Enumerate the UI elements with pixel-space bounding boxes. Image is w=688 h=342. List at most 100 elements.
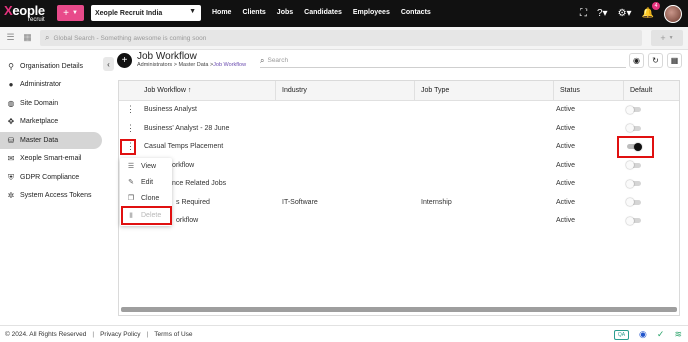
menu-item-clone[interactable]: ❐ Clone [120, 190, 172, 206]
col-job-workflow[interactable]: Job Workflow ↑ [144, 87, 191, 94]
refresh-button[interactable]: ↻ [648, 53, 663, 68]
menu-item-view[interactable]: ☰ View [120, 158, 172, 174]
privacy-policy-link[interactable]: Privacy Policy [100, 331, 140, 338]
horizontal-scrollbar[interactable] [121, 307, 677, 312]
breadcrumb-current: Job Workflow [213, 62, 247, 68]
search-icon: ⌕ [260, 55, 265, 65]
nav-contacts[interactable]: Contacts [401, 9, 431, 16]
highlight-delete-item [121, 206, 172, 225]
table-row: orkflow Active [119, 212, 679, 231]
default-toggle[interactable] [626, 179, 641, 188]
sidebar-item-system-access-tokens[interactable]: ✲ System Access Tokens [0, 187, 102, 204]
shield-icon: ⛨ [8, 172, 14, 182]
avatar[interactable] [664, 5, 682, 23]
quick-add-button[interactable]: + ▼ [57, 5, 84, 21]
sidebar-item-administrator[interactable]: ● Administrator [0, 76, 102, 93]
global-search-bar: ☰ ▦ ⌕ Global Search - Something awesome … [0, 27, 688, 50]
sidebar: ⚲ Organisation Details ● Administrator ◍ Si… [0, 50, 102, 325]
row-actions-icon[interactable]: ⋮ [126, 105, 135, 114]
chevron-down-icon: ▼ [71, 10, 78, 16]
gear-icon[interactable]: ⚙▾ [618, 6, 632, 22]
menu-item-edit[interactable]: ✎ Edit [120, 174, 172, 190]
copyright-text: © 2024. All Rights Reserved [5, 331, 87, 338]
breadcrumb-master-data[interactable]: Master Data [178, 62, 208, 68]
page-title: Job Workflow [137, 51, 197, 62]
token-icon: ✲ [7, 191, 15, 200]
add-workflow-button[interactable]: + [117, 53, 132, 68]
nav-jobs[interactable]: Jobs [277, 9, 293, 16]
check-circle-icon[interactable]: ✓ [657, 329, 665, 340]
pencil-icon: ✎ [128, 179, 134, 186]
grid-view-icon[interactable]: ▦ [21, 31, 34, 44]
user-circle-icon[interactable]: ◉ [639, 329, 647, 340]
grid-settings-button[interactable]: ▦ [667, 53, 682, 68]
fullscreen-icon[interactable]: ⛶ [580, 6, 587, 22]
list-view-icon[interactable]: ☰ [4, 31, 17, 44]
wifi-icon: ≋ [674, 329, 682, 339]
collapse-sidebar-button[interactable]: ‹ [103, 57, 114, 71]
sidebar-item-master-data[interactable]: ⛁ Master Data [0, 132, 102, 149]
col-default[interactable]: Default [630, 87, 652, 94]
chevron-down-icon: ▼ [668, 35, 674, 41]
default-toggle[interactable] [626, 124, 641, 132]
database-icon: ⛁ [7, 136, 15, 145]
table-row: ⋮ Business Analyst Active [119, 101, 679, 120]
footer: © 2024. All Rights Reserved | Privacy Po… [0, 325, 688, 342]
workflow-table: Job Workflow ↑ Industry Job Type Status … [118, 80, 680, 316]
table-row: workflow Active [119, 157, 679, 176]
qa-badge: QA [613, 329, 630, 340]
list-icon: ☰ [127, 163, 135, 170]
notification-badge: 4 [652, 2, 660, 10]
search-icon: ⌕ [45, 33, 50, 42]
building-icon: ⚲ [8, 62, 14, 71]
visibility-button[interactable]: ◉ [629, 53, 644, 68]
globe-icon: ◍ [7, 99, 15, 108]
table-row: nce Related Jobs Active [119, 175, 679, 194]
eye-icon: ◉ [633, 56, 640, 65]
nav-home[interactable]: Home [212, 9, 231, 16]
highlight-row-actions [120, 139, 136, 155]
default-toggle[interactable] [626, 161, 641, 169]
breadcrumb-administrators[interactable]: Administrators [137, 62, 172, 68]
help-icon[interactable]: ?▾ [597, 6, 608, 22]
nav-employees[interactable]: Employees [353, 9, 390, 16]
user-icon: ● [8, 80, 14, 89]
default-toggle[interactable] [626, 198, 641, 206]
col-job-type[interactable]: Job Type [421, 87, 449, 94]
sidebar-item-smart-email[interactable]: ✉ Xeople Smart-email [0, 150, 102, 167]
breadcrumb: Administrators > Master Data >Job Workfl… [137, 62, 247, 68]
xeople-logo[interactable]: Xeople recruit [4, 2, 52, 25]
col-status[interactable]: Status [560, 87, 580, 94]
plus-icon: + [121, 55, 128, 66]
sidebar-item-marketplace[interactable]: ✥ Marketplace [0, 113, 102, 130]
default-toggle[interactable] [626, 216, 641, 225]
bell-icon[interactable]: 🔔 4 [642, 2, 660, 22]
sidebar-item-gdpr-compliance[interactable]: ⛨ GDPR Compliance [0, 169, 102, 186]
table-row: ⋮ Business' Analyst - 28 June Active [119, 120, 679, 139]
highlight-default-toggle [617, 136, 654, 158]
grid-icon: ▦ [670, 56, 679, 65]
refresh-icon: ↻ [652, 56, 659, 65]
caret-down-icon: ▼ [189, 8, 196, 15]
default-toggle[interactable] [626, 105, 641, 114]
nav-clients[interactable]: Clients [242, 9, 265, 16]
table-row: ⋮ Casual Temps Placement Active [119, 138, 679, 157]
marketplace-icon: ✥ [7, 117, 15, 126]
chevron-left-icon: ‹ [107, 59, 110, 69]
top-navbar: Xeople recruit + ▼ Xeople Recruit India ▼… [0, 0, 688, 27]
list-search-input[interactable]: ⌕ Search [260, 54, 626, 68]
organisation-select[interactable]: Xeople Recruit India ▼ [91, 5, 201, 21]
col-industry[interactable]: Industry [282, 87, 307, 94]
add-button[interactable]: + ▼ [651, 30, 683, 46]
sidebar-item-site-domain[interactable]: ◍ Site Domain [0, 95, 102, 112]
nav-candidates[interactable]: Candidates [304, 9, 342, 16]
terms-of-use-link[interactable]: Terms of Use [154, 331, 192, 338]
table-header: Job Workflow ↑ Industry Job Type Status … [119, 81, 679, 101]
main-nav: Home Clients Jobs Candidates Employees C… [212, 9, 431, 16]
table-row: s Required IT-Software Internship Active [119, 194, 679, 213]
row-actions-icon[interactable]: ⋮ [126, 123, 135, 133]
global-search-input[interactable]: ⌕ Global Search - Something awesome is c… [40, 30, 642, 46]
copy-icon: ❐ [127, 195, 135, 202]
mail-icon: ✉ [7, 154, 15, 163]
sidebar-item-organisation-details[interactable]: ⚲ Organisation Details [0, 58, 102, 75]
